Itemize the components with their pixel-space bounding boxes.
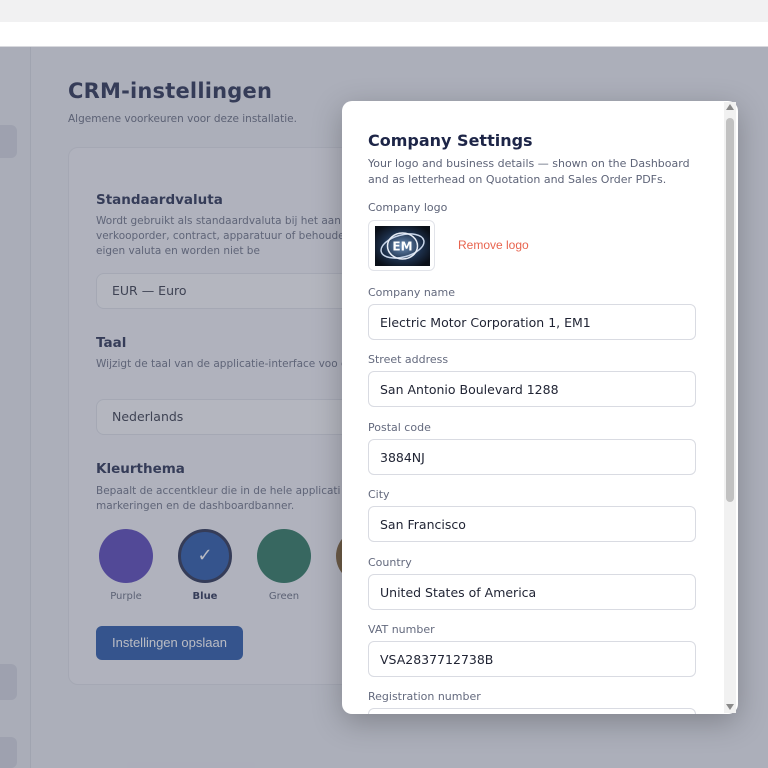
postal-code-input[interactable] xyxy=(368,439,696,475)
city-input[interactable] xyxy=(368,506,696,542)
company-name-input[interactable] xyxy=(368,304,696,340)
city-label: City xyxy=(368,488,390,501)
modal-description: Your logo and business details — shown o… xyxy=(368,157,690,186)
vat-number-label: VAT number xyxy=(368,623,435,636)
scroll-down-arrow-icon[interactable] xyxy=(726,704,734,710)
modal-title: Company Settings xyxy=(368,131,533,150)
vat-number-input[interactable] xyxy=(368,641,696,677)
company-settings-modal: Company Settings Your logo and business … xyxy=(342,101,738,714)
company-logo-label: Company logo xyxy=(368,201,448,214)
postal-code-label: Postal code xyxy=(368,421,431,434)
street-address-input[interactable] xyxy=(368,371,696,407)
browser-tab-strip xyxy=(0,0,768,22)
company-logo-image: EM xyxy=(375,226,430,266)
country-label: Country xyxy=(368,556,412,569)
registration-number-label: Registration number xyxy=(368,690,481,703)
company-logo-preview: EM xyxy=(368,220,435,271)
browser-toolbar xyxy=(0,22,768,47)
modal-scrollbar-thumb[interactable] xyxy=(726,118,734,502)
scroll-up-arrow-icon[interactable] xyxy=(726,104,734,110)
street-address-label: Street address xyxy=(368,353,449,366)
country-input[interactable] xyxy=(368,574,696,610)
registration-number-input[interactable] xyxy=(368,708,696,714)
remove-logo-link[interactable]: Remove logo xyxy=(458,238,529,252)
logo-text: EM xyxy=(392,240,412,254)
company-name-label: Company name xyxy=(368,286,456,299)
